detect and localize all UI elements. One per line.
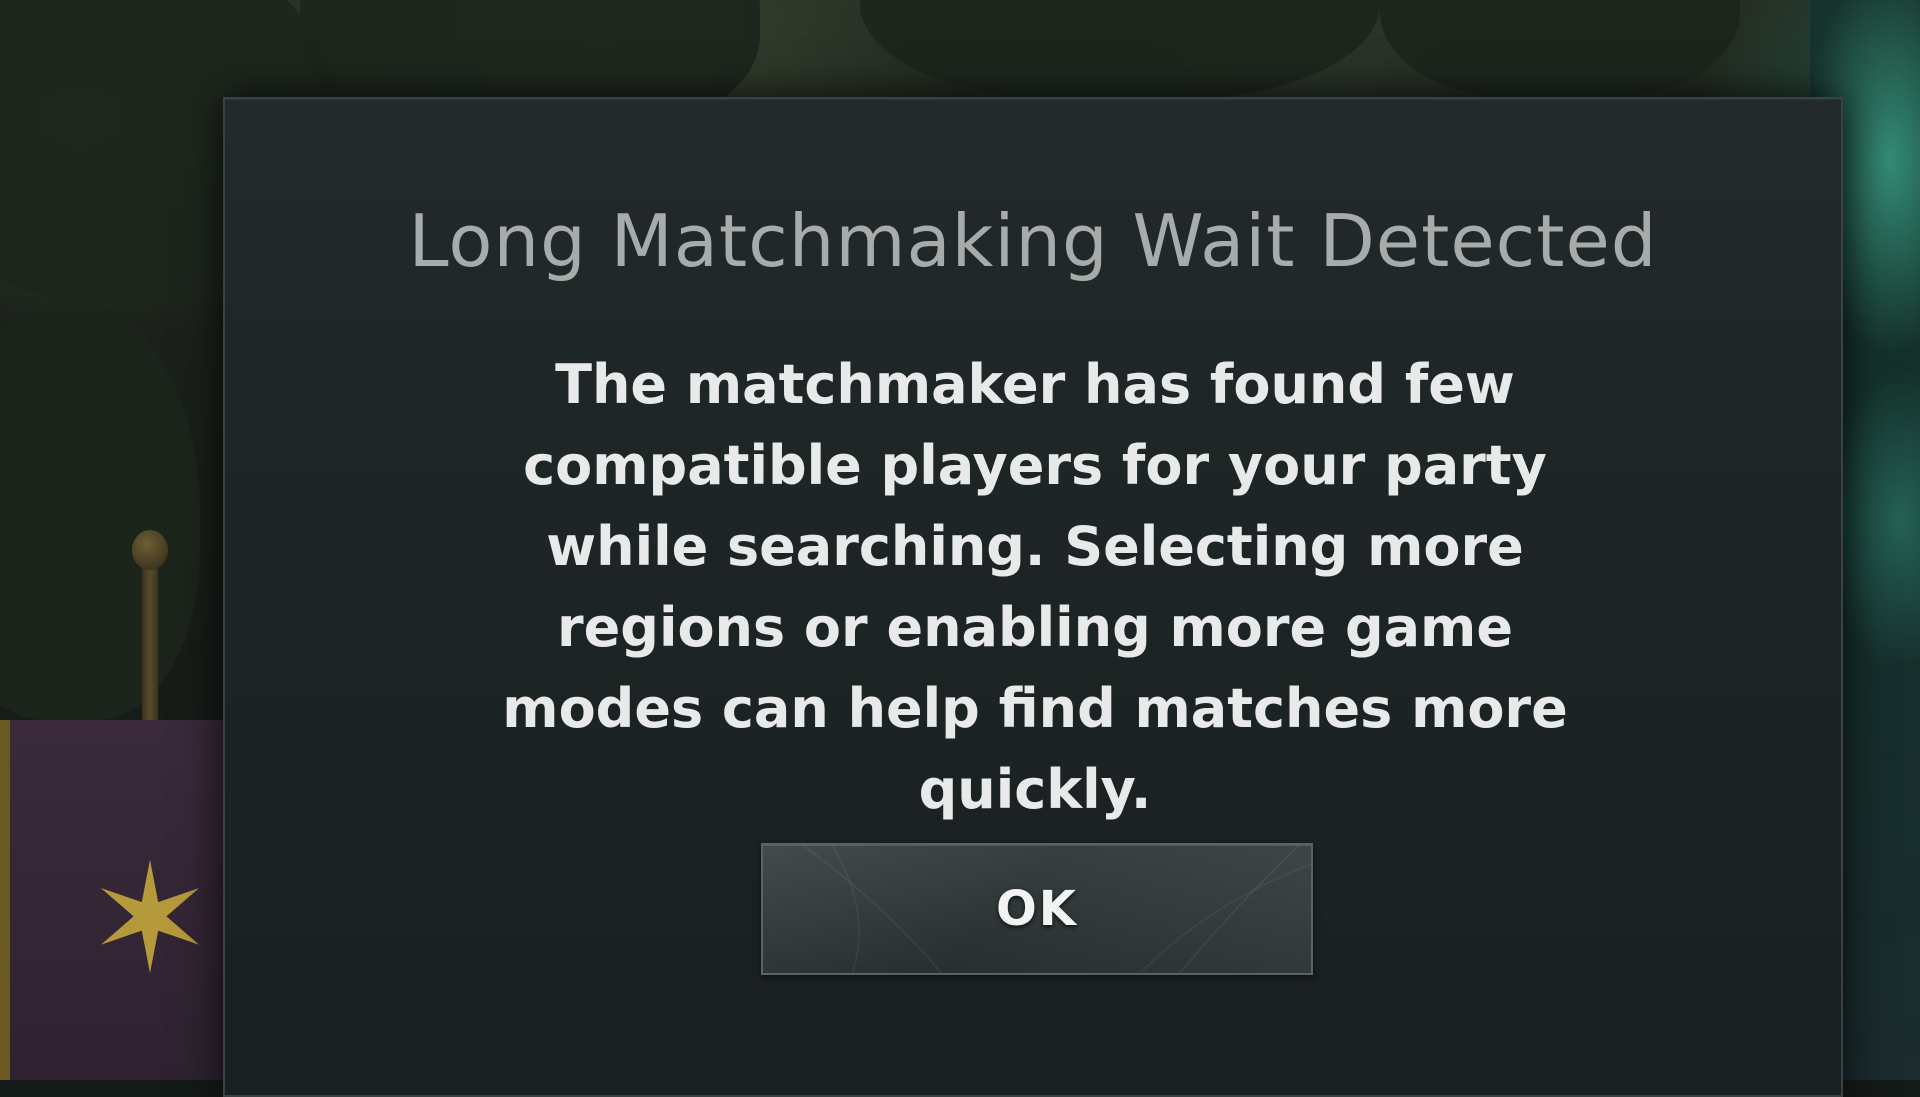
banner-emblem-icon: ✶ bbox=[87, 833, 213, 1007]
background-foliage bbox=[1380, 0, 1740, 100]
ok-button[interactable]: OK bbox=[761, 843, 1313, 975]
background-foliage bbox=[0, 300, 200, 720]
dialog-message: The matchmaker has found few compatible … bbox=[502, 353, 1568, 821]
background-foliage bbox=[860, 0, 1380, 100]
ok-button-label: OK bbox=[996, 881, 1078, 937]
banner-finial bbox=[132, 530, 168, 570]
dialog-title: Long Matchmaking Wait Detected bbox=[408, 199, 1658, 283]
matchmaking-wait-dialog: Long Matchmaking Wait Detected The match… bbox=[223, 97, 1843, 1097]
